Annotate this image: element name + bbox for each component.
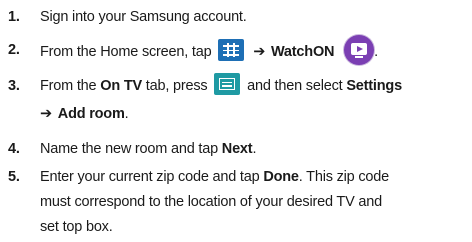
step-1: 1. Sign into your Samsung account. <box>8 4 470 30</box>
step-5-text-a: Enter your current zip code and tap <box>40 169 264 185</box>
step-number: 4. <box>8 141 20 157</box>
watchon-app-icon <box>344 35 375 65</box>
menu-key-icon <box>214 73 241 96</box>
add-room-label: Add room <box>57 106 125 122</box>
watchon-label: WatchON <box>270 43 335 60</box>
done-label: Done <box>263 169 299 185</box>
step-text: From the On TV tab, press and then selec… <box>40 73 468 99</box>
step-4-end: . <box>252 141 257 157</box>
step-number: 5. <box>8 169 20 185</box>
step-3-text-b: tab, press <box>141 78 208 94</box>
step-5-line-3: set top box. <box>40 219 113 235</box>
step-3-line-2: ➔ Add room. <box>40 101 129 127</box>
step-3: 3. From the On TV tab, press and then se… <box>8 73 470 129</box>
settings-label: Settings <box>346 78 402 94</box>
step-text: From the Home screen, tap ➔ WatchON . <box>40 35 468 67</box>
next-label: Next <box>221 141 253 157</box>
step-text: Name the new room and tap Next. <box>40 136 468 162</box>
step-4-text: Name the new room and tap <box>40 141 222 157</box>
step-number: 3. <box>8 78 20 94</box>
instruction-steps: 1. Sign into your Samsung account. 2. Fr… <box>0 0 472 242</box>
arrow-icon: ➔ <box>40 106 52 122</box>
arrow-icon: ➔ <box>253 43 266 60</box>
step-2-suffix: . <box>374 43 378 60</box>
step-4: 4. Name the new room and tap Next. <box>8 136 470 162</box>
step-number: 1. <box>8 9 20 25</box>
step-2-prefix: From the Home screen, tap <box>40 43 212 60</box>
on-tv-tab-label: On TV <box>100 78 142 94</box>
step-5-line-2: must correspond to the location of your … <box>40 194 382 210</box>
step-1-text: Sign into your Samsung account. <box>40 9 247 25</box>
step-3-text-c: and then select <box>247 78 347 94</box>
step-5: 5. Enter your current zip code and tap D… <box>8 164 470 242</box>
step-3-end: . <box>124 106 129 122</box>
step-number: 2. <box>8 42 20 58</box>
step-5-text-b: . This zip code <box>298 169 390 185</box>
step-2: 2. From the Home screen, tap ➔ WatchON . <box>8 35 470 67</box>
apps-grid-icon <box>218 39 245 61</box>
step-3-text-a: From the <box>40 78 101 94</box>
step-text: Sign into your Samsung account. <box>40 4 468 30</box>
step-text: Enter your current zip code and tap Done… <box>40 164 468 190</box>
